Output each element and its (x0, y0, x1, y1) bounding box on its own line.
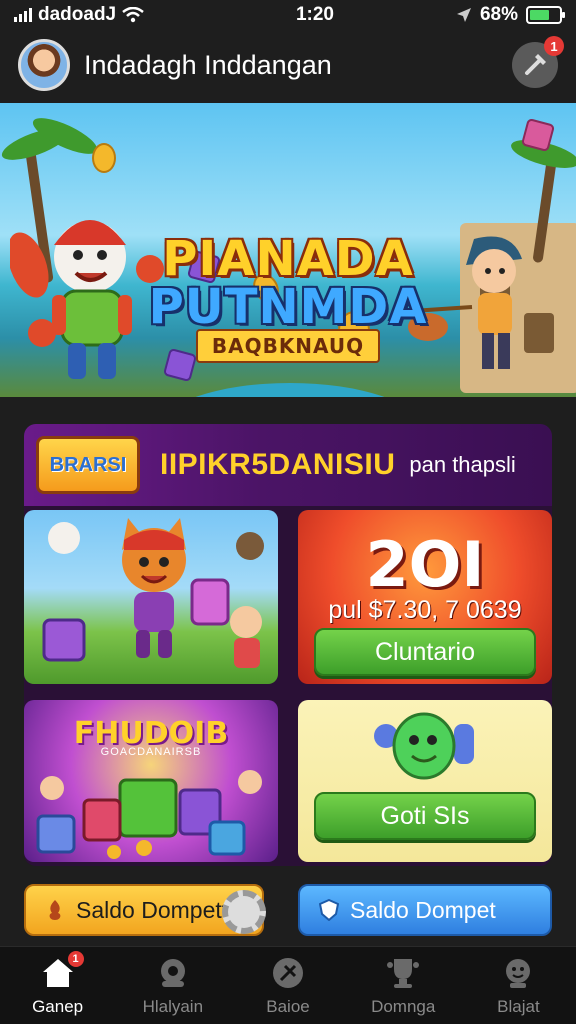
trophy-icon (385, 955, 421, 991)
prize-amount: pul $7.30, 7 0639 (328, 596, 522, 624)
goti-card[interactable]: Goti SIs (298, 700, 552, 862)
promo-badge-text: BRARSI (49, 453, 127, 476)
notification-badge: 1 (544, 36, 564, 56)
wifi-icon (122, 7, 144, 23)
wallet-label: Saldo Dompet (350, 896, 496, 923)
location-arrow-icon (456, 8, 471, 22)
battery-icon (526, 6, 565, 24)
nav-badge: 1 (67, 950, 84, 967)
carrier-name: dadoadJ (38, 4, 117, 25)
prize-headline: 2OI (365, 528, 485, 601)
avatar[interactable] (18, 39, 70, 91)
battery-percent: 68% (479, 4, 518, 25)
mystery-box-card[interactable]: FHUDOIB GOACDANAIRSB (24, 700, 278, 862)
prize-card[interactable]: 2OI pul $7.30, 7 0639 Cluntario (298, 510, 552, 684)
coin-icon (92, 143, 116, 173)
banner-title-line2: PUTNMDA (148, 279, 428, 335)
home-icon: 1 (40, 950, 84, 991)
nav-label: Blajat (497, 996, 540, 1016)
banner-subtitle: BAQBKNAUQ (0, 329, 576, 363)
profile-icon (500, 955, 536, 991)
battery-fill (530, 10, 550, 20)
nav-item-leaderboard[interactable]: Domnga (346, 947, 461, 1024)
promo-title: IIPIKR5DANISIU (160, 448, 396, 481)
nav-label: Baioe (266, 996, 310, 1016)
wallet-button-primary[interactable]: Saldo Dompett (24, 884, 266, 936)
signal-icon (14, 8, 32, 22)
controller-icon (155, 955, 191, 991)
characters-card[interactable] (24, 510, 278, 684)
page-title: Indadagh Inddangan (84, 49, 332, 80)
mystery-subtitle: GOACDANAIRSB (100, 746, 202, 758)
hammer-icon (525, 54, 546, 75)
promo-badge: BRARSI (36, 436, 140, 494)
status-right: 68% (456, 4, 565, 26)
nav-item-rewards[interactable]: Baioe (230, 947, 345, 1024)
hero-banner[interactable]: PIANADA PUTNMDA BAQBKNAUQ (0, 103, 576, 397)
status-bar: dadoadJ 1:20 68% (0, 0, 576, 30)
shield-icon (318, 899, 340, 921)
nav-item-home[interactable]: 1 Ganep (0, 947, 115, 1024)
tools-button[interactable]: 1 (512, 36, 564, 88)
bottom-navigation: 1 Ganep Hlalyain Baioe Domnga Blajat (0, 946, 576, 1024)
characters-illustration (42, 518, 264, 668)
wallet-label: Saldo Dompett (76, 896, 229, 923)
gear-icon (222, 890, 266, 934)
continue-button[interactable]: Cluntario (314, 628, 536, 676)
nav-item-profile[interactable]: Blajat (461, 947, 576, 1024)
green-mascot-illustration (374, 712, 474, 780)
nav-item-games[interactable]: Hlalyain (115, 947, 230, 1024)
nav-label: Hlalyain (142, 996, 204, 1016)
wallet-icon (44, 899, 66, 921)
nav-label: Domnga (371, 996, 436, 1016)
status-time: 1:20 (295, 4, 334, 25)
gift-boxes-illustration (36, 770, 262, 859)
nav-label: Ganep (32, 996, 84, 1016)
promo-strip[interactable]: BRARSI IIPIKR5DANISIU pan thapsli (24, 424, 552, 506)
wallet-button-secondary[interactable]: Saldo Dompet (298, 884, 552, 936)
promo-subtitle: pan thapsli (409, 452, 516, 477)
goti-button[interactable]: Goti SIs (314, 792, 536, 840)
app-header: Indadagh Inddangan 1 (0, 34, 576, 96)
banner-sea (160, 383, 420, 397)
star-badge-icon (270, 955, 306, 991)
banner-subtitle-text: BAQBKNAUQ (195, 329, 381, 363)
